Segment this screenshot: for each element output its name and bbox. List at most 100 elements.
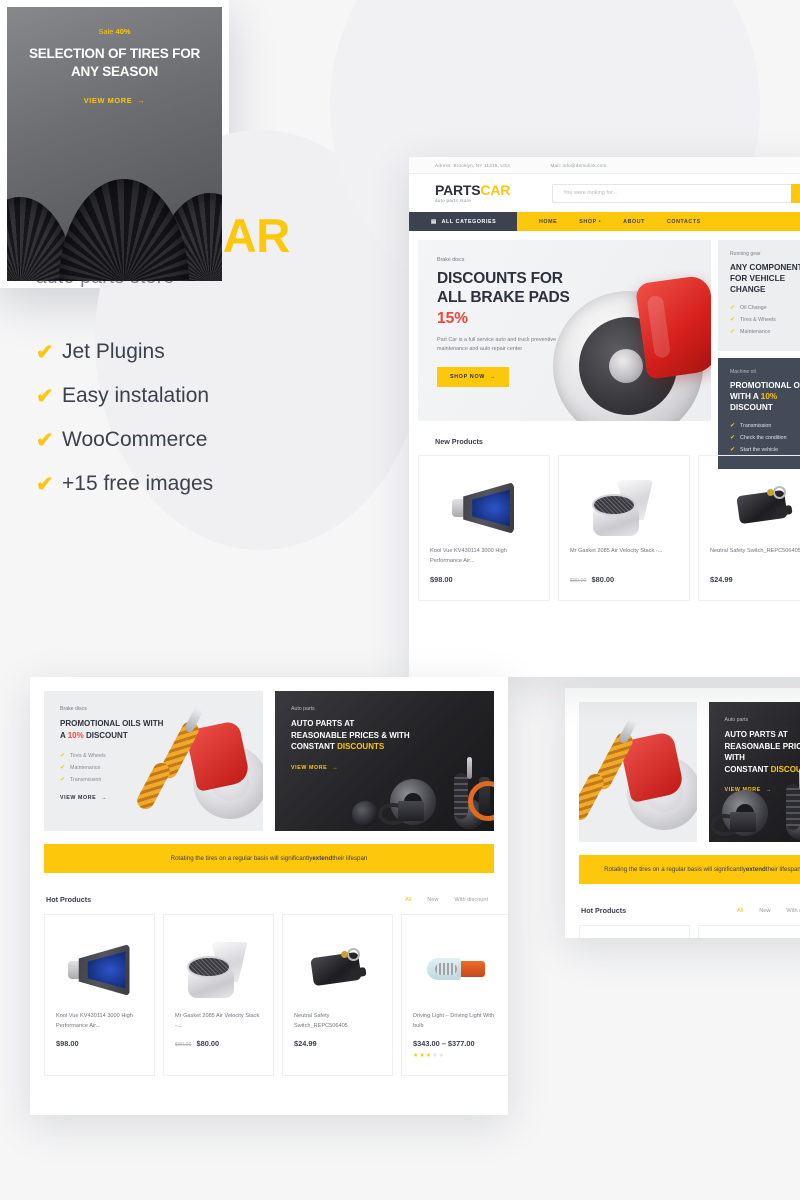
card-bullet: ✔ Maintenance bbox=[730, 328, 800, 336]
filter-box-icon bbox=[730, 812, 756, 832]
tab-new[interactable]: New bbox=[427, 897, 438, 903]
product-price-current: $24.99 bbox=[294, 1039, 317, 1049]
sale-badge: Sale 40% bbox=[23, 27, 206, 36]
nav-item-shop[interactable]: SHOP • bbox=[579, 219, 601, 225]
product-price-current: $80.00 bbox=[591, 575, 615, 584]
promo-card-parts[interactable]: Auto parts AUTO PARTS AT REASONABLE PRIC… bbox=[275, 691, 494, 831]
feature-item: ✔ Jet Plugins bbox=[36, 340, 213, 364]
sale-value: 40% bbox=[115, 27, 131, 36]
hot-products-grid: Kool Vue KV430114 3000 High Performance … bbox=[30, 904, 508, 1077]
view-more-label: VIEW MORE bbox=[291, 764, 328, 771]
product-price-current: $24.99 bbox=[710, 575, 733, 584]
tip-text-bold: extend bbox=[745, 866, 766, 873]
promo-card-parts-secondary[interactable]: Auto parts AUTO PARTS AT REASONABLE PRIC… bbox=[708, 702, 800, 842]
safety-switch-icon bbox=[734, 484, 794, 532]
auto-parts-illustration bbox=[708, 768, 800, 842]
card-bullet: ✔ Check the condition bbox=[730, 434, 800, 442]
hero-card-machine-oil[interactable]: Machine oil PROMOTIONAL OILS WITH A 10% … bbox=[718, 358, 800, 470]
browser-window-catalog: Brake discs PROMOTIONAL OILS WITH A 10% … bbox=[30, 677, 508, 1115]
check-icon: ✔ bbox=[36, 472, 54, 496]
search-icon[interactable]: ⌕ bbox=[791, 183, 800, 203]
product-price: $89.00 $80.00 bbox=[175, 1039, 262, 1048]
promo-heading-highlight: 10% bbox=[67, 730, 84, 740]
tab-with-discount[interactable]: With discount bbox=[786, 908, 800, 914]
shop-now-button[interactable]: SHOP NOW → bbox=[437, 367, 509, 388]
search-bar[interactable]: You were looking for... ⌕ bbox=[552, 183, 800, 203]
tire-promo-banner[interactable]: Sale 40% SELECTION OF TIRES FOR ANY SEAS… bbox=[7, 7, 222, 281]
new-products-grid: Kool Vue KV430114 3000 High Performance … bbox=[409, 446, 800, 601]
hot-products-title: Hot Products bbox=[581, 906, 627, 915]
hose-icon bbox=[352, 801, 378, 827]
promo-heading-line2: REASONABLE PRICES & WITH bbox=[291, 730, 410, 740]
card-bullet-label: Maintenance bbox=[740, 328, 771, 335]
check-icon: ✔ bbox=[730, 423, 736, 430]
product-image bbox=[56, 929, 143, 1011]
shock-absorber-illustration bbox=[579, 717, 697, 840]
promo-card-oils-secondary[interactable] bbox=[579, 702, 697, 842]
air-filter-cone-icon bbox=[67, 941, 132, 999]
product-card[interactable]: Driving Light – Driving Light With bulb … bbox=[401, 914, 508, 1077]
hero-card-running-gear[interactable]: Running gear ANY COMPONENT FOR VEHICLE C… bbox=[718, 240, 800, 352]
card-heading-line2-pre: WITH A bbox=[730, 392, 761, 402]
search-input[interactable]: You were looking for... bbox=[553, 190, 791, 196]
all-categories-button[interactable]: ▤ ALL CATEGORIES bbox=[409, 212, 517, 231]
tip-text-post: their lifespan bbox=[765, 866, 800, 873]
product-price-current: $80.00 bbox=[196, 1039, 220, 1049]
driving-lamp-icon bbox=[426, 952, 487, 988]
promo-row-secondary: Auto parts AUTO PARTS AT REASONABLE PRIC… bbox=[565, 688, 800, 842]
card-heading-line1: PROMOTIONAL OILS bbox=[730, 381, 800, 391]
tab-with-discount[interactable]: With discount bbox=[454, 897, 488, 903]
product-card[interactable]: Mr Gasket 2085 Air Velocity Stack -... $… bbox=[163, 914, 274, 1077]
hot-products-tabs: All New With discount bbox=[737, 908, 800, 914]
feature-label: +15 free images bbox=[62, 472, 214, 495]
tip-text-pre: Rotating the tires on a regular basis wi… bbox=[170, 855, 313, 862]
all-categories-label: ALL CATEGORIES bbox=[441, 218, 497, 225]
check-icon: ✔ bbox=[730, 435, 736, 442]
promo-bullet-label: Tires & Wheels bbox=[70, 752, 106, 759]
product-price: $98.00 bbox=[430, 575, 538, 584]
arrow-right-icon: → bbox=[101, 795, 108, 802]
arrow-right-icon: → bbox=[332, 764, 339, 771]
promo-heading-line2-pre: A bbox=[60, 730, 68, 740]
check-icon: ✔ bbox=[730, 317, 736, 324]
hot-products-tabs: All New With discount bbox=[405, 897, 488, 903]
product-card[interactable]: Kool Vue KV430114 3000 High Performance … bbox=[44, 914, 155, 1077]
nav-item-home[interactable]: HOME bbox=[539, 219, 557, 225]
product-card[interactable] bbox=[579, 925, 690, 938]
tip-text-pre: Rotating the tires on a regular basis wi… bbox=[604, 866, 746, 873]
site-logo-part1: PARTS bbox=[435, 181, 481, 198]
browser-window-secondary: Auto parts AUTO PARTS AT REASONABLE PRIC… bbox=[565, 688, 800, 938]
tire-heading-line1: SELECTION OF TIRES FOR bbox=[28, 46, 201, 61]
nav-item-contacts[interactable]: CONTACTS bbox=[667, 219, 701, 225]
tab-all[interactable]: All bbox=[737, 908, 743, 914]
hero-banner[interactable]: Brake discs DISCOUNTS FOR ALL BRAKE PADS… bbox=[418, 240, 711, 421]
product-card[interactable]: Mr Gasket 2085 Air Velocity Stack -... $… bbox=[558, 455, 690, 601]
tip-text-post: their lifespan bbox=[332, 855, 368, 862]
view-more-link[interactable]: VIEW MORE → bbox=[23, 96, 206, 105]
hot-products-title: Hot Products bbox=[46, 895, 92, 904]
product-price-current: $343.00 – $377.00 bbox=[413, 1039, 475, 1049]
promo-heading-line2: REASONABLE PRICES & WITH bbox=[724, 741, 800, 763]
tab-new[interactable]: New bbox=[759, 908, 770, 914]
card-heading-highlight: 10% bbox=[760, 392, 778, 402]
product-card[interactable] bbox=[698, 925, 800, 938]
shop-now-label: SHOP NOW bbox=[450, 374, 485, 381]
site-logo[interactable]: PARTSCAR auto parts store bbox=[435, 183, 510, 204]
card-kicker: Running gear bbox=[730, 251, 761, 257]
product-card[interactable]: Kool Vue KV430114 3000 High Performance … bbox=[418, 455, 550, 601]
tire-heading-line2: ANY SEASON bbox=[70, 64, 159, 80]
product-card[interactable]: Neutral Safety Switch_REPC506405 $24.99 bbox=[282, 914, 393, 1077]
promo-card-oils[interactable]: Brake discs PROMOTIONAL OILS WITH A 10% … bbox=[44, 691, 263, 831]
grid-icon: ▤ bbox=[431, 218, 437, 225]
tab-all[interactable]: All bbox=[405, 897, 411, 903]
product-name: Neutral Safety Switch_REPC506405 bbox=[710, 548, 800, 554]
wheel-hub-icon bbox=[609, 349, 643, 383]
promo-bullet-label: Maintenance bbox=[70, 764, 101, 771]
nav-item-about[interactable]: ABOUT bbox=[623, 219, 645, 225]
product-card[interactable]: Neutral Safety Switch_REPC506405 $24.99 bbox=[698, 455, 800, 601]
topbar-mail: Mail: info@demolink.com bbox=[550, 162, 607, 168]
promo-kicker: Auto parts bbox=[724, 717, 749, 723]
tire-promo-heading: SELECTION OF TIRES FOR ANY SEASON bbox=[23, 45, 206, 81]
tire-promo-window: Sale 40% SELECTION OF TIRES FOR ANY SEAS… bbox=[0, 0, 229, 288]
product-name: Kool Vue KV430114 3000 High Performance … bbox=[430, 548, 507, 564]
